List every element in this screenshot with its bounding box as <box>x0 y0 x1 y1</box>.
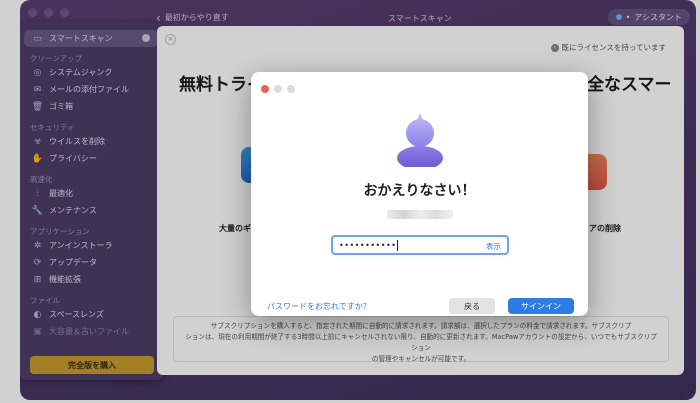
close-dot-icon[interactable] <box>261 85 269 93</box>
masked-email <box>387 210 453 219</box>
back-button[interactable]: 戻る <box>449 298 495 314</box>
password-field[interactable]: ••••••••••• 表示 <box>331 235 509 255</box>
forgot-password-link[interactable]: パスワードをお忘れですか？ <box>267 301 371 312</box>
sign-in-button[interactable]: サインイン <box>508 298 574 314</box>
welcome-heading: おかえりなさい！ <box>363 183 476 199</box>
show-password-button[interactable]: 表示 <box>486 241 501 252</box>
password-value: ••••••••••• <box>339 240 397 250</box>
user-avatar-icon <box>397 113 443 167</box>
text-caret <box>397 239 399 251</box>
minimize-dot-icon <box>274 85 282 93</box>
login-dialog: おかえりなさい！ ••••••••••• 表示 パスワードをお忘れですか？ 戻る… <box>251 72 588 316</box>
zoom-dot-icon <box>287 85 295 93</box>
